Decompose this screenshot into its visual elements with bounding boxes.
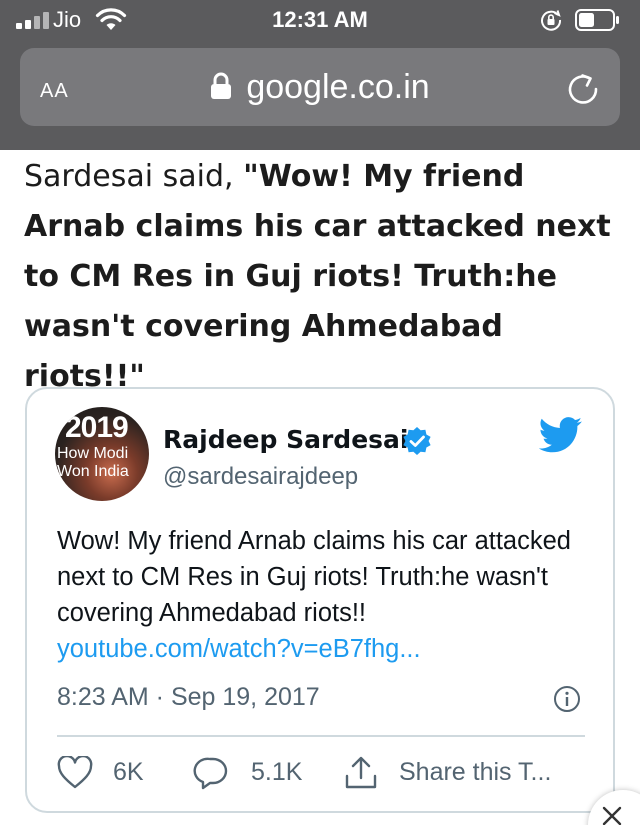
avatar-year: 2019	[65, 411, 129, 444]
tweet-link[interactable]: youtube.com/watch?v=eB7fhg...	[57, 635, 421, 663]
avatar-line-2: Won India	[57, 463, 129, 480]
avatar-line-1: How Modi	[57, 445, 129, 462]
share-label: Share this T...	[399, 758, 552, 786]
heart-icon	[57, 756, 93, 789]
tweet-divider	[57, 735, 585, 737]
close-icon	[602, 806, 622, 825]
like-count: 6K	[113, 758, 144, 786]
article-paragraph: Sardesai said, "Wow! My friend Arnab cla…	[24, 152, 624, 402]
padlock-icon	[211, 72, 232, 99]
article-quote: "Wow! My friend Arnab claims his car att…	[24, 159, 611, 394]
verified-badge-icon	[403, 427, 431, 455]
twitter-bird-icon[interactable]	[539, 417, 583, 453]
reply-count: 5.1K	[251, 758, 303, 786]
user-handle[interactable]: @sardesairajdeep	[163, 463, 358, 491]
tweet-text: Wow! My friend Arnab claims his car atta…	[57, 523, 597, 667]
orientation-lock-icon	[541, 10, 562, 31]
address-bar[interactable]: AA google.co.in	[20, 48, 620, 126]
avatar[interactable]: 2019 How Modi Won India	[55, 407, 149, 501]
browser-chrome: Jio 12:31 AM AA google.co.in	[0, 0, 640, 150]
share-icon	[345, 756, 377, 789]
url-text: google.co.in	[246, 68, 430, 106]
article-lead: Sardesai said,	[24, 159, 244, 194]
embedded-tweet[interactable]: 2019 How Modi Won India Rajdeep Sardesai…	[25, 387, 615, 813]
battery-icon	[575, 9, 619, 31]
display-name[interactable]: Rajdeep Sardesai	[163, 425, 408, 454]
info-icon[interactable]	[553, 685, 581, 713]
tweet-body: Wow! My friend Arnab claims his car atta…	[57, 527, 571, 627]
url-display[interactable]: google.co.in	[20, 68, 620, 107]
status-bar: Jio 12:31 AM	[0, 0, 640, 40]
reply-bubble-icon	[193, 757, 228, 790]
reload-icon[interactable]	[566, 72, 600, 106]
tweet-timestamp[interactable]: 8:23 AM · Sep 19, 2017	[57, 683, 320, 712]
